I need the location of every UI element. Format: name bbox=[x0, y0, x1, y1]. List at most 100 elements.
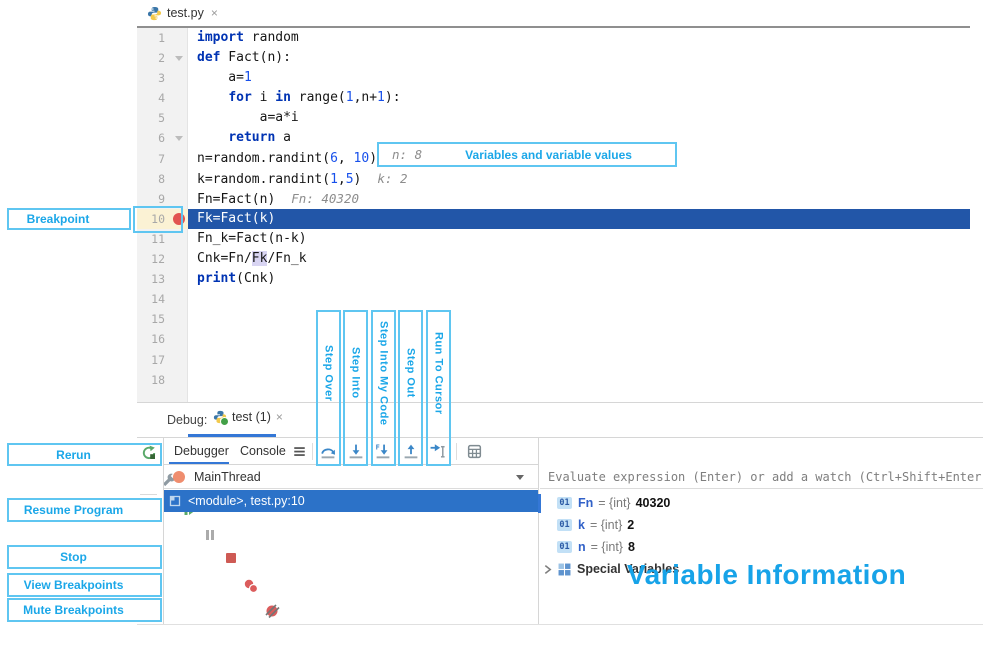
gutter-marker bbox=[169, 28, 188, 48]
line-number: 2 bbox=[137, 48, 169, 68]
annotation-mute-breakpoints: Mute Breakpoints bbox=[7, 598, 162, 622]
code-line-12[interactable]: 12Cnk=Fn/Fk/Fn_k bbox=[137, 249, 970, 269]
stop-icon[interactable] bbox=[223, 550, 239, 566]
gutter-marker bbox=[169, 289, 188, 309]
line-number: 15 bbox=[137, 309, 169, 329]
code-text: for i in range(1,n+1): bbox=[188, 88, 970, 108]
variable-name: Fn bbox=[578, 496, 593, 510]
code-line-1[interactable]: 1import random bbox=[137, 28, 970, 48]
python-icon bbox=[147, 6, 162, 21]
view-breakpoints-icon[interactable] bbox=[243, 578, 259, 594]
annotation-step-into: Step Into bbox=[343, 310, 368, 466]
line-number: 4 bbox=[137, 88, 169, 108]
stack-frame-row[interactable]: <module>, test.py:10 bbox=[164, 490, 538, 512]
gutter-marker bbox=[169, 149, 188, 169]
fold-icon[interactable] bbox=[169, 128, 188, 148]
variable-value: 2 bbox=[627, 518, 634, 532]
code-line-5[interactable]: 5 a=a*i bbox=[137, 108, 970, 128]
mute-breakpoints-icon[interactable] bbox=[264, 603, 280, 619]
variable-type: = {int} bbox=[591, 540, 623, 554]
gutter-marker bbox=[169, 370, 188, 390]
tab-debugger[interactable]: Debugger bbox=[174, 444, 229, 458]
code-line-8[interactable]: 8 k=random.randint(1,5)k: 2 bbox=[137, 169, 970, 189]
annotation-resume-program: Resume Program bbox=[7, 498, 162, 522]
thread-icon bbox=[173, 471, 185, 483]
inline-debug-hint: k: 2 bbox=[377, 171, 407, 186]
variable-name: k bbox=[578, 518, 585, 532]
line-number: 5 bbox=[137, 108, 169, 128]
evaluate-calculator-icon[interactable] bbox=[466, 443, 483, 460]
inline-debug-hint: Fn: 40320 bbox=[291, 191, 359, 206]
thread-selector[interactable]: MainThread bbox=[164, 466, 538, 489]
chevron-right-icon[interactable] bbox=[543, 564, 552, 575]
tab-console[interactable]: Console bbox=[240, 444, 286, 458]
int-type-icon: 01 bbox=[557, 541, 572, 553]
code-line-11[interactable]: 11Fn_k=Fact(n-k) bbox=[137, 229, 970, 249]
debug-session-tab[interactable]: test (1) × bbox=[213, 410, 283, 424]
gutter-marker bbox=[169, 68, 188, 88]
variable-value: 40320 bbox=[636, 496, 671, 510]
thread-name: MainThread bbox=[194, 470, 516, 484]
annotation-variable-information: Variable Information bbox=[627, 559, 906, 591]
code-text bbox=[188, 350, 970, 370]
line-number: 13 bbox=[137, 269, 169, 289]
code-line-2[interactable]: 2def Fact(n): bbox=[137, 48, 970, 68]
close-icon[interactable]: × bbox=[211, 6, 218, 20]
code-line-17[interactable]: 17 bbox=[137, 350, 970, 370]
int-type-icon: 01 bbox=[557, 497, 572, 509]
code-text: a=a*i bbox=[188, 108, 970, 128]
active-tab-underline bbox=[188, 434, 276, 437]
variable-value: 8 bbox=[628, 540, 635, 554]
code-line-10[interactable]: 10Fk=Fact(k) bbox=[137, 209, 970, 229]
code-text: import random bbox=[188, 28, 970, 48]
line-number: 7 bbox=[137, 149, 169, 169]
debug-label: Debug: bbox=[167, 413, 207, 427]
panel-bottom-border bbox=[137, 624, 983, 625]
variable-row-n[interactable]: 01 n = {int} 8 bbox=[540, 536, 983, 558]
code-text bbox=[188, 370, 970, 390]
menu-icon[interactable] bbox=[292, 445, 307, 459]
code-text: Fn_k=Fact(n-k) bbox=[188, 229, 970, 249]
gutter-marker bbox=[169, 88, 188, 108]
code-line-9[interactable]: 9Fn=Fact(n)Fn: 40320 bbox=[137, 189, 970, 209]
code-line-14[interactable]: 14 bbox=[137, 289, 970, 309]
code-lines: 1import random2def Fact(n):3 a=14 for i … bbox=[137, 28, 970, 390]
panel-divider[interactable] bbox=[538, 438, 539, 625]
inline-debug-hint: n: 8 bbox=[379, 147, 422, 162]
code-text: Fk=Fact(k) bbox=[188, 209, 970, 229]
annotation-variable-values: n: 8 Variables and variable values bbox=[377, 142, 677, 167]
editor-tab-testpy[interactable]: test.py × bbox=[137, 0, 228, 26]
line-number: 12 bbox=[137, 249, 169, 269]
toolbar-separator bbox=[456, 443, 457, 460]
code-line-18[interactable]: 18 bbox=[137, 370, 970, 390]
toolbar-separator bbox=[140, 494, 157, 495]
line-number: 14 bbox=[137, 289, 169, 309]
line-number: 8 bbox=[137, 169, 169, 189]
variable-row-Fn[interactable]: 01Fn= {int}40320 bbox=[540, 492, 983, 514]
annotation-step-out: Step Out bbox=[398, 310, 423, 466]
line-number: 17 bbox=[137, 350, 169, 370]
frame-icon bbox=[169, 495, 181, 507]
code-line-15[interactable]: 15 bbox=[137, 309, 970, 329]
code-line-3[interactable]: 3 a=1 bbox=[137, 68, 970, 88]
annotation-breakpoint: Breakpoint bbox=[7, 208, 131, 230]
variable-row-k[interactable]: 01k= {int}2 bbox=[540, 514, 983, 536]
code-line-16[interactable]: 16 bbox=[137, 329, 970, 349]
gutter-marker bbox=[169, 108, 188, 128]
line-number: 16 bbox=[137, 329, 169, 349]
code-line-4[interactable]: 4 for i in range(1,n+1): bbox=[137, 88, 970, 108]
evaluate-bar bbox=[540, 466, 983, 489]
pycharm-debug-screenshot: test.py × 1import random2def Fact(n):3 a… bbox=[0, 0, 983, 647]
evaluate-expression-input[interactable] bbox=[540, 466, 983, 488]
variable-name: n bbox=[578, 540, 586, 554]
close-icon[interactable]: × bbox=[276, 410, 283, 424]
code-line-13[interactable]: 13print(Cnk) bbox=[137, 269, 970, 289]
selection-indicator bbox=[538, 494, 541, 513]
code-text: k=random.randint(1,5)k: 2 bbox=[188, 169, 970, 189]
gutter-marker bbox=[169, 309, 188, 329]
dropdown-icon[interactable] bbox=[516, 475, 524, 480]
gutter-marker bbox=[169, 249, 188, 269]
pause-icon[interactable] bbox=[202, 527, 218, 543]
fold-icon[interactable] bbox=[169, 48, 188, 68]
line-number: 3 bbox=[137, 68, 169, 88]
